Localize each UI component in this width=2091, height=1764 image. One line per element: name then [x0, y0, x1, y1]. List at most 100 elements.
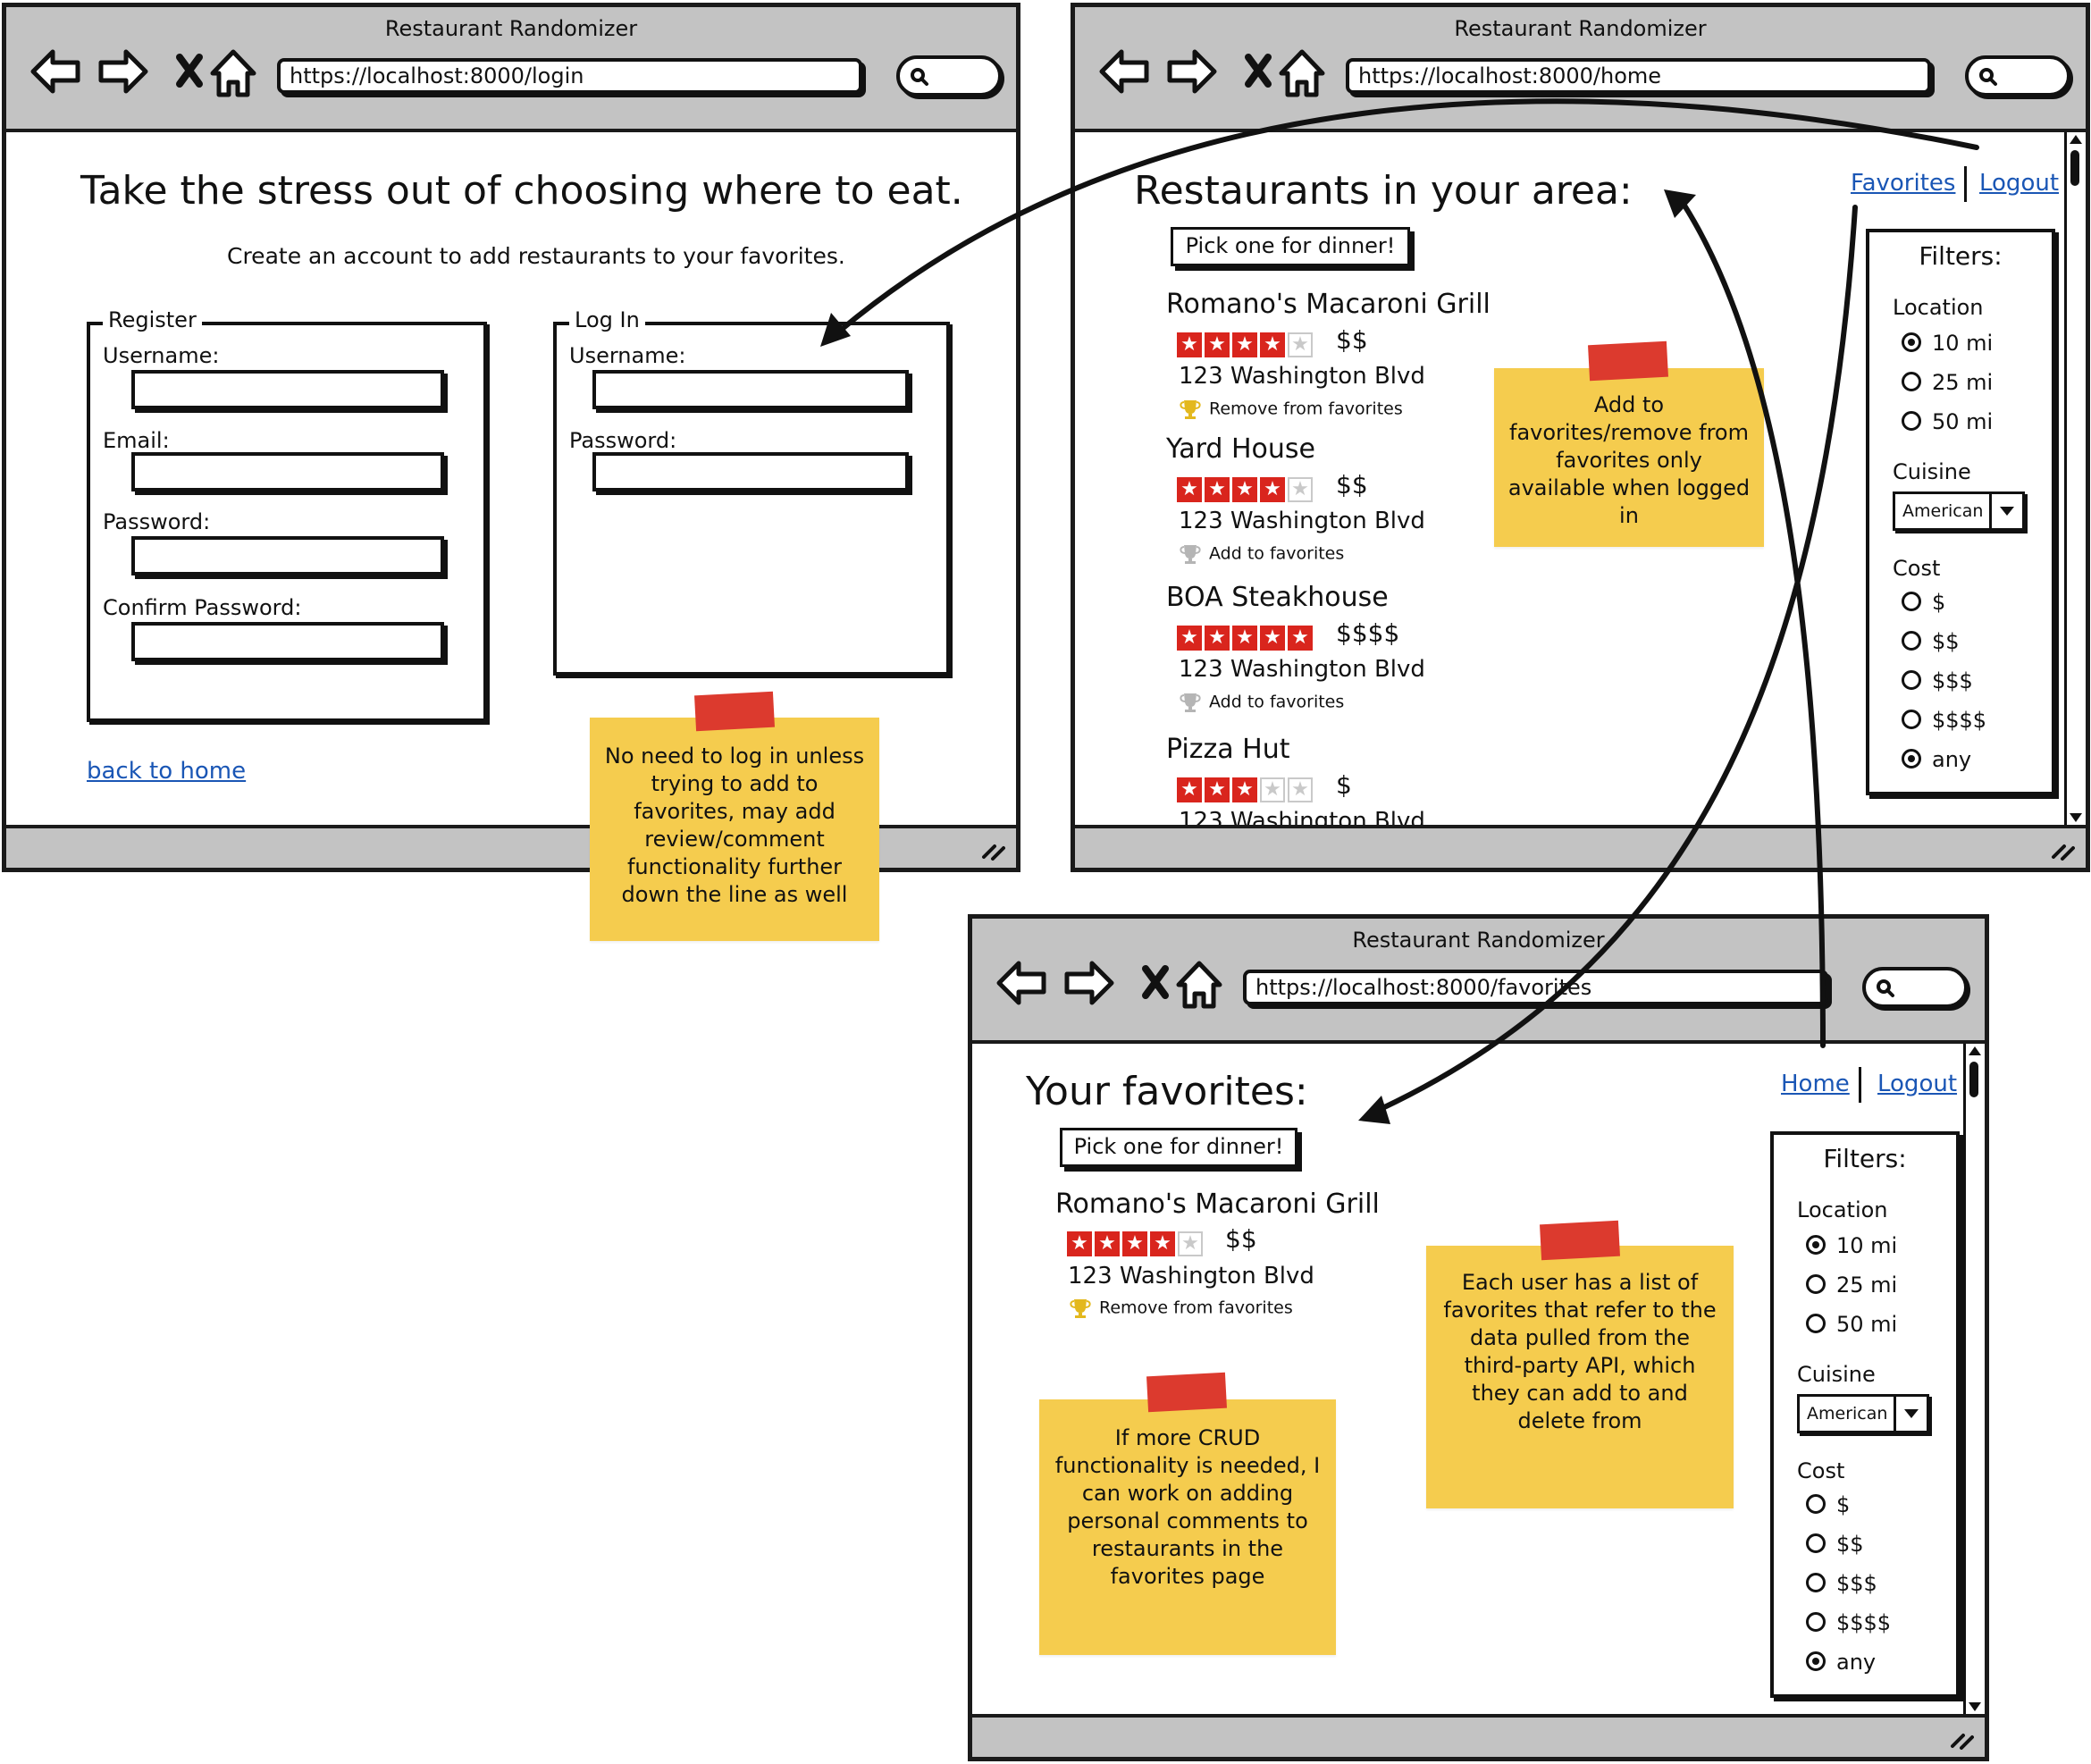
pick-dinner-button[interactable]: Pick one for dinner!: [1060, 1128, 1297, 1167]
radio-button[interactable]: [1806, 1494, 1826, 1514]
restaurant-name[interactable]: BOA Steakhouse: [1166, 582, 1389, 613]
restaurant-name[interactable]: Pizza Hut: [1166, 734, 1290, 765]
radio-button[interactable]: [1902, 749, 1921, 769]
radio-button[interactable]: [1806, 1651, 1826, 1671]
location-option-50[interactable]: 50 mi: [1902, 409, 1993, 434]
radio-button[interactable]: [1806, 1573, 1826, 1592]
scroll-down-icon[interactable]: [2070, 813, 2082, 822]
register-username-input[interactable]: [131, 370, 444, 409]
scroll-thumb[interactable]: [1969, 1062, 1978, 1097]
chevron-down-icon[interactable]: [1894, 1397, 1927, 1431]
register-email-input[interactable]: [131, 452, 444, 491]
location-option-label: 10 mi: [1932, 331, 1994, 356]
search-box[interactable]: [1965, 55, 2070, 97]
restaurant-name[interactable]: Yard House: [1166, 433, 1315, 465]
vertical-scrollbar[interactable]: [1963, 1044, 1985, 1714]
remove-from-favorites-button[interactable]: Remove from favorites: [1177, 399, 1403, 420]
back-to-home-link[interactable]: back to home: [87, 758, 246, 785]
restaurant-name[interactable]: Romano's Macaroni Grill: [1055, 1189, 1380, 1220]
star-rating: ★ ★ ★ ★ ★: [1177, 332, 1313, 357]
radio-button[interactable]: [1902, 372, 1921, 391]
scroll-down-icon[interactable]: [1969, 1702, 1981, 1711]
address-bar[interactable]: https://localhost:8000/home: [1346, 58, 1931, 94]
login-username-input[interactable]: [592, 370, 909, 409]
status-bar: [972, 1714, 1985, 1757]
forward-arrow-icon[interactable]: [98, 49, 148, 94]
scroll-up-icon[interactable]: [2070, 135, 2082, 144]
vertical-scrollbar[interactable]: [2064, 132, 2086, 825]
filters-panel: Filters: Location 10 mi 25 mi 50 mi Cuis…: [1866, 229, 2055, 795]
login-legend: Log In: [569, 307, 645, 332]
add-to-favorites-button[interactable]: Add to favorites: [1177, 543, 1344, 565]
cuisine-select[interactable]: American: [1797, 1394, 1929, 1433]
sticky-note-favorites-access: Add to favorites/remove from favorites o…: [1494, 368, 1764, 547]
cost-option-1[interactable]: $: [1902, 590, 1945, 615]
cost-option-1[interactable]: $: [1806, 1492, 1850, 1517]
add-to-favorites-button[interactable]: Add to favorites: [1177, 692, 1344, 713]
chevron-down-icon[interactable]: [1989, 494, 2022, 528]
cost-option-2[interactable]: $$: [1806, 1532, 1864, 1557]
nav-logout-link[interactable]: Logout: [1877, 1071, 1957, 1097]
resize-grip-icon[interactable]: [978, 836, 1005, 862]
nav-favorites-link[interactable]: Favorites: [1851, 170, 1955, 197]
register-password-input[interactable]: [131, 536, 444, 575]
radio-button[interactable]: [1806, 1612, 1826, 1632]
window-title: Restaurant Randomizer: [1352, 928, 1605, 953]
scroll-up-icon[interactable]: [1969, 1046, 1981, 1055]
home-icon[interactable]: [210, 49, 256, 97]
radio-button[interactable]: [1902, 332, 1921, 352]
nav-logout-link[interactable]: Logout: [1979, 170, 2059, 197]
location-option-25[interactable]: 25 mi: [1806, 1273, 1897, 1298]
location-option-10[interactable]: 10 mi: [1902, 331, 1993, 356]
radio-button[interactable]: [1806, 1274, 1826, 1294]
cost-option-any[interactable]: any: [1902, 747, 1971, 772]
forward-arrow-icon[interactable]: [1167, 49, 1217, 94]
stop-icon[interactable]: [1142, 965, 1169, 999]
filters-title: Filters:: [1919, 241, 2003, 271]
location-option-label: 10 mi: [1836, 1233, 1898, 1258]
pick-dinner-button[interactable]: Pick one for dinner!: [1171, 227, 1410, 266]
stop-icon[interactable]: [1245, 54, 1272, 88]
location-option-50[interactable]: 50 mi: [1806, 1312, 1897, 1337]
resize-grip-icon[interactable]: [2048, 836, 2075, 862]
address-bar[interactable]: https://localhost:8000/login: [277, 58, 862, 94]
star-empty-icon: ★: [1178, 1231, 1203, 1256]
resize-grip-icon[interactable]: [1947, 1725, 1974, 1751]
remove-from-favorites-button[interactable]: Remove from favorites: [1067, 1298, 1293, 1319]
cost-option-2[interactable]: $$: [1902, 629, 1960, 654]
star-filled-icon: ★: [1177, 777, 1202, 802]
location-option-25[interactable]: 25 mi: [1902, 370, 1993, 395]
cost-option-any[interactable]: any: [1806, 1650, 1876, 1675]
nav-separator: [1964, 166, 1967, 202]
cost-option-3[interactable]: $$$: [1902, 668, 1973, 693]
cost-option-4[interactable]: $$$$: [1806, 1610, 1891, 1635]
search-box[interactable]: [1862, 967, 1968, 1008]
back-arrow-icon[interactable]: [996, 961, 1046, 1005]
radio-button[interactable]: [1806, 1314, 1826, 1333]
back-arrow-icon[interactable]: [30, 49, 80, 94]
scroll-thumb[interactable]: [2070, 150, 2079, 186]
search-box[interactable]: [896, 55, 1002, 97]
radio-button[interactable]: [1902, 631, 1921, 651]
radio-button[interactable]: [1806, 1235, 1826, 1255]
cuisine-select[interactable]: American: [1893, 491, 2025, 531]
back-arrow-icon[interactable]: [1099, 49, 1149, 94]
stop-icon[interactable]: [176, 54, 203, 88]
nav-icons: [30, 49, 256, 97]
cost-option-4[interactable]: $$$$: [1902, 708, 1986, 733]
address-bar[interactable]: https://localhost:8000/favorites: [1243, 970, 1828, 1005]
radio-button[interactable]: [1902, 592, 1921, 611]
home-icon[interactable]: [1279, 49, 1325, 97]
radio-button[interactable]: [1902, 710, 1921, 729]
register-confirm-input[interactable]: [131, 622, 444, 661]
login-password-input[interactable]: [592, 452, 909, 491]
radio-button[interactable]: [1902, 411, 1921, 431]
restaurant-name[interactable]: Romano's Macaroni Grill: [1166, 289, 1491, 320]
nav-home-link[interactable]: Home: [1781, 1071, 1850, 1097]
radio-button[interactable]: [1902, 670, 1921, 690]
radio-button[interactable]: [1806, 1533, 1826, 1553]
home-icon[interactable]: [1176, 961, 1222, 1009]
forward-arrow-icon[interactable]: [1064, 961, 1114, 1005]
location-option-10[interactable]: 10 mi: [1806, 1233, 1897, 1258]
cost-option-3[interactable]: $$$: [1806, 1571, 1877, 1596]
